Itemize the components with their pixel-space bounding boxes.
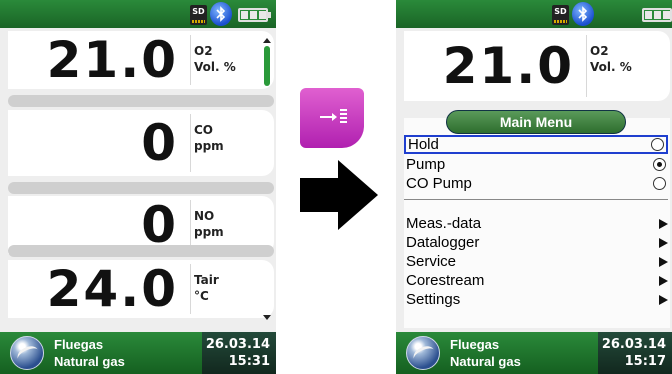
tair-value: 24.0 <box>46 260 178 318</box>
submenu-arrow-icon <box>659 276 668 286</box>
date-display: 26.03.14 <box>205 337 270 352</box>
scrollbar[interactable] <box>263 38 271 320</box>
card-divider <box>8 182 274 194</box>
menu-divider <box>404 199 668 200</box>
main-menu-screen: SD 21.0 O2 Vol. % Main Menu Hold Pump CO… <box>396 0 672 374</box>
fuel-name: Natural gas <box>450 354 521 369</box>
o2-value: 21.0 <box>442 37 574 95</box>
menu-key-icon[interactable] <box>300 88 364 148</box>
globe-icon <box>10 336 44 370</box>
submenu-arrow-icon <box>659 238 668 248</box>
o2-value: 21.0 <box>46 31 178 89</box>
globe-icon <box>406 336 440 370</box>
status-footer: Fluegas Natural gas 26.03.14 15:31 <box>0 332 276 374</box>
sd-card-icon: SD <box>552 5 569 25</box>
menu-item-hold[interactable]: Hold <box>404 135 668 154</box>
card-divider <box>8 245 274 257</box>
measurement-card-o2[interactable]: 21.0 O2 Vol. % <box>8 31 274 89</box>
radio-off-icon[interactable] <box>653 177 666 190</box>
battery-icon <box>642 8 672 22</box>
time-display: 15:17 <box>624 354 666 369</box>
menu-item-corestream[interactable]: Corestream <box>404 271 668 290</box>
status-bar: SD <box>396 0 672 28</box>
card-divider <box>8 95 274 107</box>
co-value: 0 <box>141 114 178 172</box>
scroll-thumb[interactable] <box>264 46 270 86</box>
o2-unit-label: O2 Vol. % <box>194 44 236 74</box>
tair-unit-label: Tair °C <box>194 273 219 303</box>
measurement-card-o2: 21.0 O2 Vol. % <box>404 31 670 101</box>
menu-item-label: Datalogger <box>406 234 480 251</box>
menu-item-datalogger[interactable]: Datalogger <box>404 233 668 252</box>
date-display: 26.03.14 <box>601 337 666 352</box>
fuel-name: Natural gas <box>54 354 125 369</box>
scroll-down-icon[interactable] <box>263 315 271 320</box>
menu-item-label: Meas.-data <box>406 215 482 232</box>
fuel-type: Fluegas <box>54 337 104 352</box>
submenu-arrow-icon <box>659 295 668 305</box>
sd-card-icon: SD <box>190 5 207 25</box>
battery-icon <box>238 8 271 22</box>
submenu-arrow-icon <box>659 219 668 229</box>
menu-item-label: Hold <box>408 136 439 153</box>
submenu-arrow-icon <box>659 257 668 267</box>
radio-on-icon[interactable] <box>653 158 666 171</box>
status-footer: Fluegas Natural gas 26.03.14 15:17 <box>396 332 672 374</box>
menu-item-label: Corestream <box>406 272 485 289</box>
menu-item-settings[interactable]: Settings <box>404 290 668 309</box>
time-display: 15:31 <box>228 354 270 369</box>
measurement-card-co[interactable]: 0 CO ppm <box>8 110 274 176</box>
no-unit-label: NO ppm <box>194 209 224 239</box>
menu-item-label: CO Pump <box>406 175 472 192</box>
o2-unit-label: O2 Vol. % <box>590 44 632 74</box>
menu-item-label: Settings <box>406 291 461 308</box>
menu-item-service[interactable]: Service <box>404 252 668 271</box>
menu-title: Main Menu <box>446 110 626 134</box>
menu-item-label: Pump <box>406 156 446 173</box>
menu-item-meas-data[interactable]: Meas.-data <box>404 214 668 233</box>
menu-item-co-pump[interactable]: CO Pump <box>404 174 668 193</box>
menu-item-pump[interactable]: Pump <box>404 155 668 174</box>
radio-off-icon[interactable] <box>651 138 664 151</box>
right-arrow-icon <box>300 160 378 230</box>
measurement-card-tair[interactable]: 24.0 Tair °C <box>8 260 274 318</box>
fuel-type: Fluegas <box>450 337 500 352</box>
bluetooth-icon <box>210 2 232 26</box>
measurement-screen: SD 21.0 O2 Vol. % 0 CO ppm 0 NO ppm 24.0… <box>0 0 276 374</box>
bluetooth-icon <box>572 2 594 26</box>
scroll-up-icon[interactable] <box>263 38 271 43</box>
co-unit-label: CO ppm <box>194 123 224 153</box>
status-bar: SD <box>0 0 276 28</box>
menu-item-label: Service <box>406 253 457 270</box>
